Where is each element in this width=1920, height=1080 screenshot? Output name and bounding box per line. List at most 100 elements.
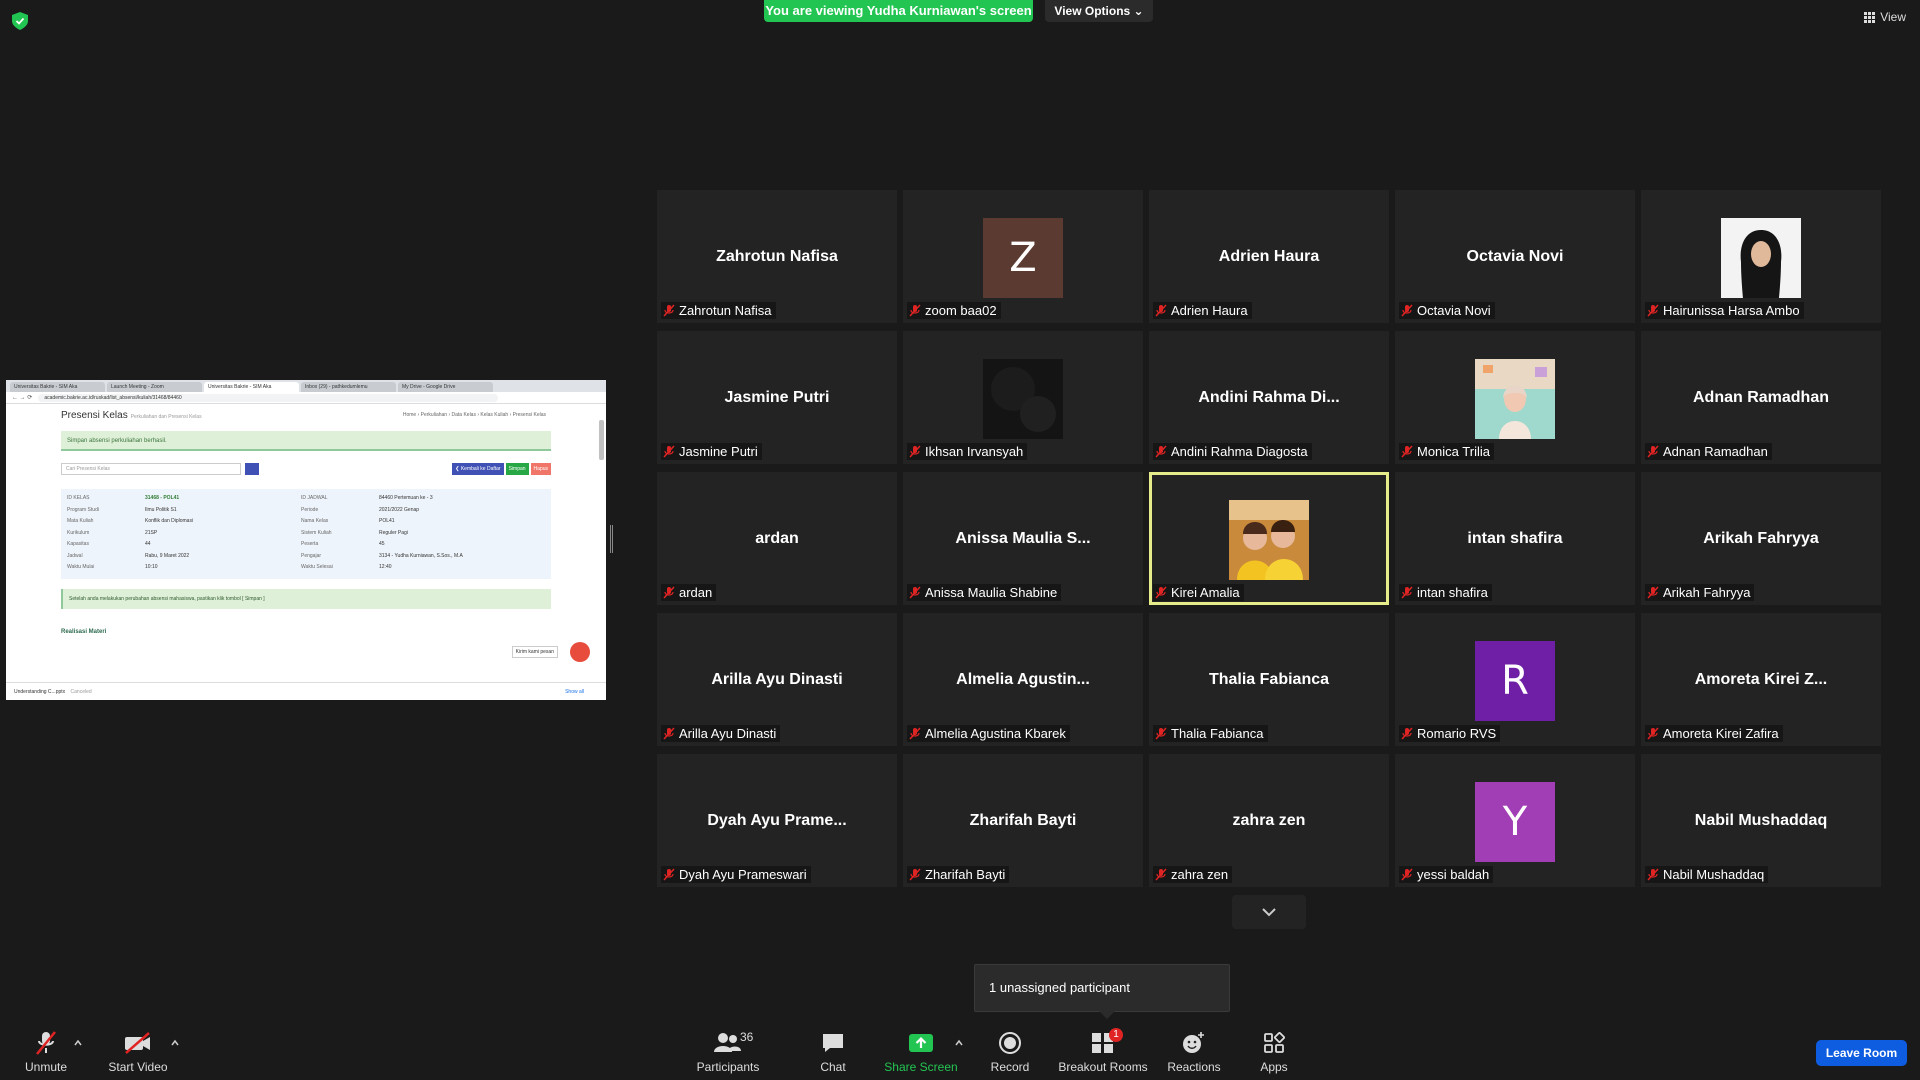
participant-tile[interactable]: Anissa Maulia S... Anissa Maulia Shabine — [903, 472, 1143, 605]
avatar: R — [1475, 641, 1555, 721]
participant-name: zoom baa02 — [925, 303, 997, 318]
participant-name-label: Anissa Maulia Shabine — [907, 584, 1062, 601]
browser-tab: Universitas Bakrie - SIM Aka — [204, 382, 299, 392]
share-screen-button[interactable]: Share Screen — [871, 1030, 971, 1074]
participant-tile[interactable]: Andini Rahma Di... Andini Rahma Diagosta — [1149, 331, 1389, 464]
participant-tile[interactable]: Zahrotun Nafisa Zahrotun Nafisa — [657, 190, 897, 323]
participant-display-name: Arilla Ayu Dinasti — [711, 671, 843, 688]
info-value: POL41 — [379, 518, 395, 525]
participant-tile[interactable]: Jasmine Putri Jasmine Putri — [657, 331, 897, 464]
microphone-muted-icon — [1401, 586, 1413, 599]
avatar — [1475, 359, 1555, 439]
download-state: Canceled — [70, 689, 92, 695]
participant-tile[interactable]: Almelia Agustin... Almelia Agustina Kbare… — [903, 613, 1143, 746]
participant-name-label: Amoreta Kirei Zafira — [1645, 725, 1783, 742]
unmute-button[interactable]: Unmute — [0, 1030, 96, 1074]
shared-breadcrumb: Home › Perkuliahan › Data Kelas › Kelas … — [402, 412, 546, 418]
microphone-muted-icon — [1155, 727, 1167, 740]
participant-name-label: zahra zen — [1153, 866, 1233, 883]
participant-tile[interactable]: Adrien Haura Adrien Haura — [1149, 190, 1389, 323]
info-value: 3134 - Yudha Kurniawan, S.Sos., M.A — [379, 552, 463, 559]
microphone-muted-icon — [1647, 727, 1659, 740]
participant-name-label: Octavia Novi — [1399, 302, 1495, 319]
shared-screen: Universitas Bakrie - SIM Aka Launch Meet… — [6, 380, 606, 700]
chevron-down-icon — [1262, 908, 1276, 917]
info-value: Ilmu Politik S1 — [145, 506, 177, 513]
split-resize-handle[interactable] — [610, 525, 613, 553]
record-button[interactable]: Record — [960, 1030, 1060, 1074]
participant-tile[interactable]: Arikah Fahryya Arikah Fahryya — [1641, 472, 1881, 605]
gallery-next-page-button[interactable] — [1232, 895, 1306, 929]
microphone-muted-icon — [1155, 868, 1167, 881]
info-value: 21SP — [145, 529, 158, 536]
info-key: ID KELAS — [67, 495, 90, 501]
participant-tile[interactable]: Arilla Ayu Dinasti Arilla Ayu Dinasti — [657, 613, 897, 746]
gallery-grid-icon — [1864, 11, 1876, 23]
leave-room-button[interactable]: Leave Room — [1816, 1040, 1907, 1066]
info-key: Sistem Kuliah — [301, 529, 332, 536]
participant-display-name: Andini Rahma Di... — [1198, 389, 1340, 406]
participant-name-label: Hairunissa Harsa Ambo — [1645, 302, 1804, 319]
breakout-rooms-button[interactable]: 1 Breakout Rooms — [1053, 1028, 1153, 1074]
participant-name: intan shafira — [1417, 585, 1488, 600]
start-video-label: Start Video — [108, 1060, 168, 1074]
chat-button[interactable]: Chat — [783, 1030, 883, 1074]
participant-name-label: Thalia Fabianca — [1153, 725, 1268, 742]
view-options-button[interactable]: View Options ⌄ — [1045, 0, 1153, 22]
download-file-name: Understanding C...pptx — [14, 689, 66, 695]
participant-tile[interactable]: R Romario RVS — [1395, 613, 1635, 746]
participants-count: 36 — [740, 1030, 754, 1044]
microphone-muted-icon — [36, 1031, 56, 1055]
microphone-muted-icon — [909, 304, 921, 317]
view-button[interactable]: View — [1864, 10, 1906, 24]
shared-page-subtitle: Perkuliahan dan Presensi Kelas — [130, 414, 202, 420]
participant-name-label: Kirei Amalia — [1153, 584, 1244, 601]
participant-name-label: ardan — [661, 584, 717, 601]
participant-tile[interactable]: Zharifah Bayti Zharifah Bayti — [903, 754, 1143, 887]
participant-tile[interactable]: Octavia Novi Octavia Novi — [1395, 190, 1635, 323]
microphone-muted-icon — [909, 727, 921, 740]
avatar-letter: Z — [1009, 235, 1037, 281]
participants-button[interactable]: 36 Participants — [678, 1030, 778, 1074]
microphone-muted-icon — [1401, 445, 1413, 458]
participant-tile[interactable]: Yyessi baldah — [1395, 754, 1635, 887]
participant-tile[interactable]: Monica Trilia — [1395, 331, 1635, 464]
participant-name: Andini Rahma Diagosta — [1171, 444, 1308, 459]
info-key: Program Studi — [67, 506, 99, 513]
info-key: Waktu Mulai — [67, 564, 95, 571]
participant-tile[interactable]: zahra zen zahra zen — [1149, 754, 1389, 887]
participant-tile[interactable]: Hairunissa Harsa Ambo — [1641, 190, 1881, 323]
participant-tile[interactable]: ardan ardan — [657, 472, 897, 605]
participant-tile[interactable]: Nabil Mushaddaq Nabil Mushaddaq — [1641, 754, 1881, 887]
video-options-caret-icon[interactable] — [170, 1038, 180, 1048]
participant-tile[interactable]: Zzoom baa02 — [903, 190, 1143, 323]
participant-tile[interactable]: Thalia Fabianca Thalia Fabianca — [1149, 613, 1389, 746]
info-key: Waktu Selesai — [301, 564, 333, 571]
shared-action-buttons: ❮ Kembali ke Daftar Simpan Hapus — [452, 463, 551, 475]
apps-icon — [1264, 1032, 1285, 1053]
apps-button[interactable]: Apps — [1224, 1030, 1324, 1074]
participant-tile[interactable]: Ikhsan Irvansyah — [903, 331, 1143, 464]
avatar-letter: Y — [1502, 799, 1528, 845]
shared-save-note: Setelah anda melakukan perubahan absensi… — [61, 589, 551, 609]
video-camera-muted-icon — [125, 1032, 150, 1054]
participant-name-label: yessi baldah — [1399, 866, 1494, 883]
audio-options-caret-icon[interactable] — [73, 1038, 83, 1048]
participant-tile[interactable]: Amoreta Kirei Z... Amoreta Kirei Zafira — [1641, 613, 1881, 746]
participant-name: Arikah Fahryya — [1663, 585, 1751, 600]
participant-name: Nabil Mushaddaq — [1663, 867, 1765, 882]
participant-name-label: Zahrotun Nafisa — [661, 302, 776, 319]
participant-display-name: Nabil Mushaddaq — [1694, 812, 1828, 829]
participant-tile[interactable]: intan shafira intan shafira — [1395, 472, 1635, 605]
participant-gallery: Zahrotun Nafisa Zahrotun Nafisa Zzoom baa0… — [657, 190, 1881, 890]
zoom-meeting-window: You are viewing Yudha Kurniawan's screen… — [0, 0, 1920, 1080]
shared-search-row: Cari Presensi Kelas ❮ Kembali ke Daftar … — [61, 463, 551, 475]
participant-display-name: Thalia Fabianca — [1208, 671, 1330, 688]
participant-tile-active-speaker[interactable]: Kirei Amalia — [1149, 472, 1389, 605]
info-value: 2021/2022 Genap — [379, 506, 420, 513]
encryption-shield-icon[interactable] — [12, 12, 28, 30]
participant-tile[interactable]: Adnan Ramadhan Adnan Ramadhan — [1641, 331, 1881, 464]
participant-tile[interactable]: Dyah Ayu Prame... Dyah Ayu Prameswari — [657, 754, 897, 887]
start-video-button[interactable]: Start Video — [88, 1030, 188, 1074]
microphone-muted-icon — [1155, 445, 1167, 458]
